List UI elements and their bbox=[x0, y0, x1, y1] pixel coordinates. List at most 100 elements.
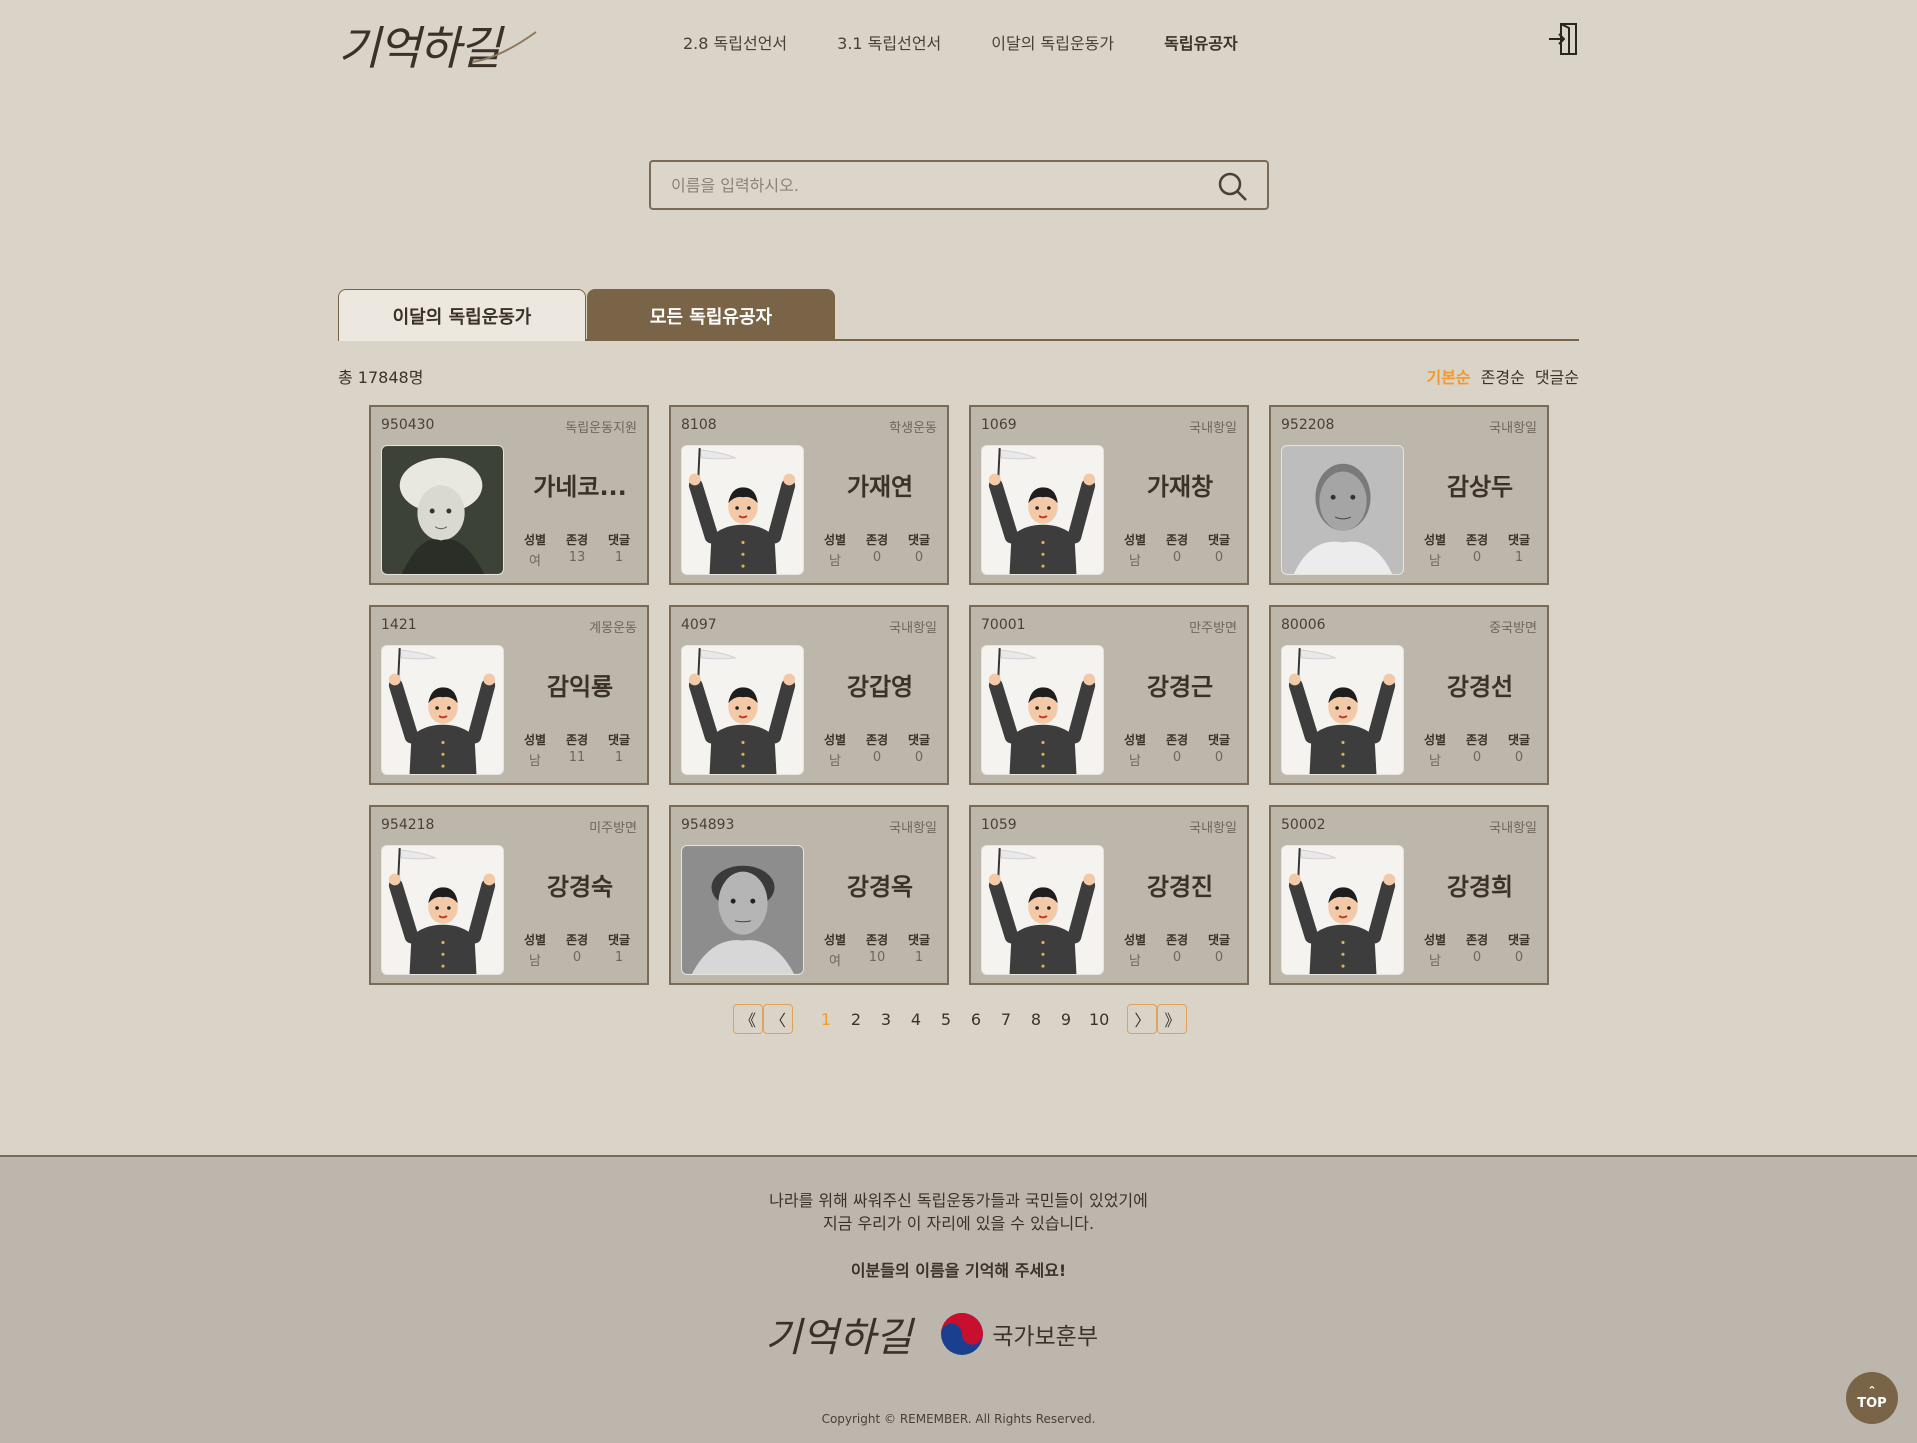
stat-label: 성별 bbox=[523, 533, 547, 547]
page-number[interactable]: 3 bbox=[879, 1010, 893, 1029]
footer-message-line: 지금 우리가 이 자리에 있을 수 있습니다. bbox=[822, 1214, 1095, 1233]
page-number[interactable]: 5 bbox=[939, 1010, 953, 1029]
patriot-category: 학생운동 bbox=[889, 421, 937, 436]
patriot-category: 중국방면 bbox=[1489, 621, 1537, 636]
stat-value: 0 bbox=[1172, 750, 1182, 765]
stat-value: 1 bbox=[914, 950, 924, 965]
tab-all-patriots[interactable]: 모든 독립유공자 bbox=[587, 289, 835, 341]
stat-value: 남 bbox=[1429, 554, 1441, 569]
patriot-category: 국내항일 bbox=[1189, 421, 1237, 436]
patriot-id: 1069 bbox=[981, 417, 1017, 433]
patriot-card[interactable]: 70001 만주방면 강경근 성별 남 존경 0 댓글 0 bbox=[969, 605, 1249, 785]
stat-gender: 성별 남 bbox=[1121, 531, 1149, 569]
page-number[interactable]: 4 bbox=[909, 1010, 923, 1029]
patriot-id: 954218 bbox=[381, 817, 435, 833]
stat-value: 여 bbox=[529, 554, 541, 569]
page-number[interactable]: 7 bbox=[999, 1010, 1013, 1029]
gov-name: 국가보훈부 bbox=[992, 1324, 1099, 1350]
page-number[interactable]: 9 bbox=[1059, 1010, 1073, 1029]
stat-label: 성별 bbox=[823, 733, 847, 747]
stat-value: 남 bbox=[529, 954, 541, 969]
stat-comments: 댓글 0 bbox=[1505, 731, 1533, 769]
stat-value: 0 bbox=[572, 950, 582, 965]
stat-gender: 성별남 bbox=[1421, 531, 1449, 569]
patriot-card[interactable]: 952208 국내항일 감상두 성별 남 존경 0 댓글 1 bbox=[1269, 405, 1549, 585]
stat-comments: 댓글 0 bbox=[905, 531, 933, 569]
stat-comments: 댓글 0 bbox=[1205, 531, 1233, 569]
stat-gender: 성별 남 bbox=[821, 531, 849, 569]
stat-respect: 존경 13 bbox=[563, 531, 591, 569]
main-nav: 2.8 독립선언서 3.1 독립선언서 이달의 독립운동가 독립유공자 bbox=[683, 30, 1288, 54]
patriot-name: 강경희 bbox=[1446, 873, 1514, 901]
patriot-card[interactable]: 1059 국내항일 강경진 성별 남 존경 0 댓글 0 bbox=[969, 805, 1249, 985]
patriot-stats: 성별 남 존경 0 댓글 1 bbox=[1421, 531, 1533, 569]
page-number[interactable]: 6 bbox=[969, 1010, 983, 1029]
nav-item-monthly-activist[interactable]: 이달의 독립운동가 bbox=[991, 30, 1114, 54]
patriot-stats: 성별 남 존경 0 댓글 1 bbox=[521, 931, 633, 969]
patriot-category: 계몽운동 bbox=[589, 621, 637, 636]
stat-gender: 성별 남 bbox=[1121, 931, 1149, 969]
sort-respect[interactable]: 존경순 bbox=[1481, 364, 1525, 388]
patriot-stats: 성별 남 존경 11 댓글 1 bbox=[521, 731, 633, 769]
last-page-button[interactable]: 》 bbox=[1157, 1004, 1188, 1034]
patriot-id: 952208 bbox=[1281, 417, 1335, 433]
stat-value: 0 bbox=[1514, 950, 1524, 965]
patriot-photo bbox=[1281, 645, 1404, 775]
stat-value: 0 bbox=[1472, 550, 1482, 565]
sort-default[interactable]: 기본순 bbox=[1426, 364, 1470, 388]
page-number[interactable]: 2 bbox=[849, 1010, 863, 1029]
stat-respect: 존경 0 bbox=[1163, 731, 1191, 769]
first-page-button[interactable]: 《 bbox=[733, 1004, 763, 1034]
patriot-stats: 성별 남 존경 0 댓글 0 bbox=[1121, 931, 1233, 969]
login-icon[interactable] bbox=[1547, 22, 1579, 56]
patriot-name: 감상두 bbox=[1446, 473, 1514, 501]
stat-respect: 존경 0 bbox=[863, 531, 891, 569]
patriot-card[interactable]: 4097 국내항일 강갑영 성별 남 존경 0 댓글 0 bbox=[669, 605, 949, 785]
stat-label: 댓글 bbox=[607, 733, 631, 747]
patriot-card[interactable]: 50002 국내항일 강경희 성별 남 존경 0 댓글 0 bbox=[1269, 805, 1549, 985]
patriot-card[interactable]: 80006 중국방면 강경선 성별 남 존경 0 댓글 0 bbox=[1269, 605, 1549, 785]
nav-item-patriots[interactable]: 독립유공자 bbox=[1164, 30, 1238, 54]
tab-monthly-activist[interactable]: 이달의 독립운동가 bbox=[338, 289, 586, 341]
stat-gender: 성별여 bbox=[521, 531, 549, 569]
prev-page-button[interactable]: 〈 bbox=[763, 1004, 793, 1034]
patriot-photo bbox=[681, 645, 804, 775]
page-number[interactable]: 10 bbox=[1089, 1010, 1109, 1029]
logo-brush-stroke-icon bbox=[471, 31, 537, 63]
sort-comments[interactable]: 댓글순 bbox=[1535, 364, 1579, 388]
patriot-card[interactable]: 1069 국내항일 가재창 성별 남 존경 0 댓글 0 bbox=[969, 405, 1249, 585]
patriot-card[interactable]: 954218 미주방면 강경숙 성별 남 존경 0 댓글 1 bbox=[369, 805, 649, 985]
stat-label: 댓글 bbox=[1207, 933, 1231, 947]
stat-gender: 성별 남 bbox=[1421, 931, 1449, 969]
nav-item-declaration-28[interactable]: 2.8 독립선언서 bbox=[683, 30, 787, 54]
next-page-button[interactable]: 〉 bbox=[1127, 1004, 1158, 1034]
patriot-card[interactable]: 954893 국내항일 강경옥 성별 여 존경 10 댓글 1 bbox=[669, 805, 949, 985]
stat-value: 0 bbox=[872, 550, 882, 565]
scroll-top-button[interactable]: ⌃ TOP bbox=[1846, 1372, 1898, 1424]
stat-value: 10 bbox=[868, 950, 886, 965]
top-label: TOP bbox=[1857, 1395, 1887, 1411]
nav-item-declaration-31[interactable]: 3.1 독립선언서 bbox=[837, 30, 941, 54]
stat-label: 성별 bbox=[1423, 533, 1447, 547]
search-input[interactable] bbox=[651, 162, 1191, 208]
stat-value: 1 bbox=[614, 550, 624, 565]
stat-respect: 존경 0 bbox=[1463, 731, 1491, 769]
stat-label: 존경 bbox=[865, 733, 889, 747]
stat-gender: 성별 남 bbox=[521, 931, 549, 969]
patriot-card[interactable]: 1421 계몽운동 감익룡 성별 남 존경 11 댓글 1 bbox=[369, 605, 649, 785]
stat-label: 존경 bbox=[1465, 933, 1489, 947]
stat-value: 1 bbox=[614, 950, 624, 965]
stat-respect: 존경 10 bbox=[863, 931, 891, 969]
stat-gender: 성별 남 bbox=[821, 731, 849, 769]
patriot-card[interactable]: 8108 학생운동 가재연 성별 남 존경 0 댓글 0 bbox=[669, 405, 949, 585]
page-number[interactable]: 8 bbox=[1029, 1010, 1043, 1029]
patriot-card[interactable]: 950430 독립운동지원 가네코... 성별 여 존경 13 댓글 1 bbox=[369, 405, 649, 585]
stat-value: 0 bbox=[1172, 950, 1182, 965]
footer-message-line: 나라를 위해 싸워주신 독립운동가들과 국민들이 있었기에 bbox=[769, 1191, 1148, 1210]
stat-label: 존경 bbox=[1165, 733, 1189, 747]
stat-label: 댓글 bbox=[907, 933, 931, 947]
page-number[interactable]: 1 bbox=[819, 1010, 833, 1029]
search-icon[interactable] bbox=[1217, 171, 1249, 203]
stat-gender: 성별 남 bbox=[1421, 731, 1449, 769]
stat-label: 존경 bbox=[565, 933, 589, 947]
